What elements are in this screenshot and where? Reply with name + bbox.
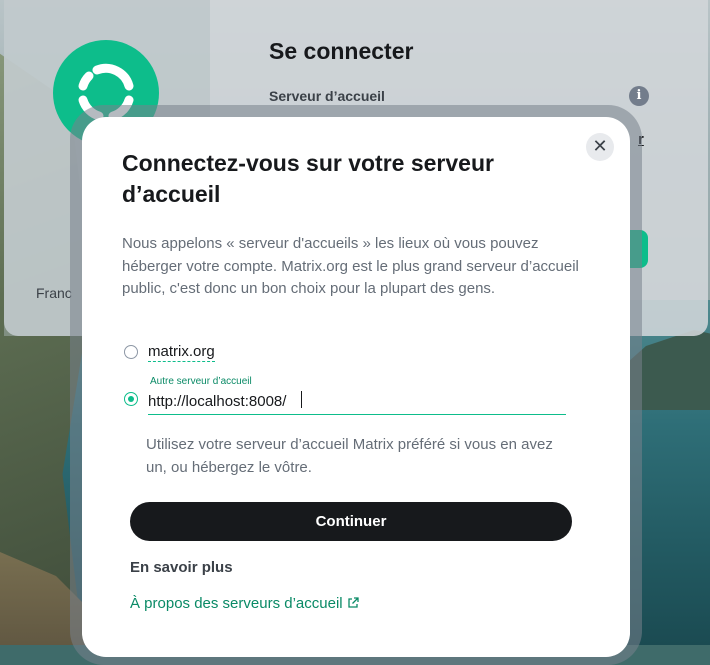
language-selector[interactable]: Franc (36, 285, 72, 301)
login-title: Se connecter (269, 38, 414, 64)
dialog-description: Nous appelons « serveur d'accueils » les… (122, 235, 579, 297)
radio-other-homeserver[interactable] (124, 392, 138, 406)
text-cursor (301, 391, 302, 408)
other-homeserver-label: Autre serveur d’accueil (150, 376, 252, 387)
about-homeservers-link[interactable]: À propos des serveurs d’accueil (130, 595, 359, 612)
close-icon[interactable]: ✕ (586, 133, 614, 161)
info-icon[interactable]: i (629, 86, 649, 106)
option-matrix-org-label[interactable]: matrix.org (148, 343, 215, 362)
radio-matrix-org[interactable] (124, 345, 138, 359)
continue-button[interactable]: Continuer (130, 502, 572, 541)
learn-more-heading: En savoir plus (130, 559, 233, 576)
external-link-icon (347, 597, 359, 608)
about-homeservers-link-text[interactable]: À propos des serveurs d’accueil (130, 595, 343, 612)
homeserver-url-input[interactable] (148, 388, 566, 415)
dialog-title: Connectez-vous sur votre serveur d’accue… (122, 150, 494, 207)
homeserver-hint: Utilisez votre serveur d’accueil Matrix … (146, 436, 553, 476)
homeserver-label: Serveur d’accueil (269, 88, 385, 104)
